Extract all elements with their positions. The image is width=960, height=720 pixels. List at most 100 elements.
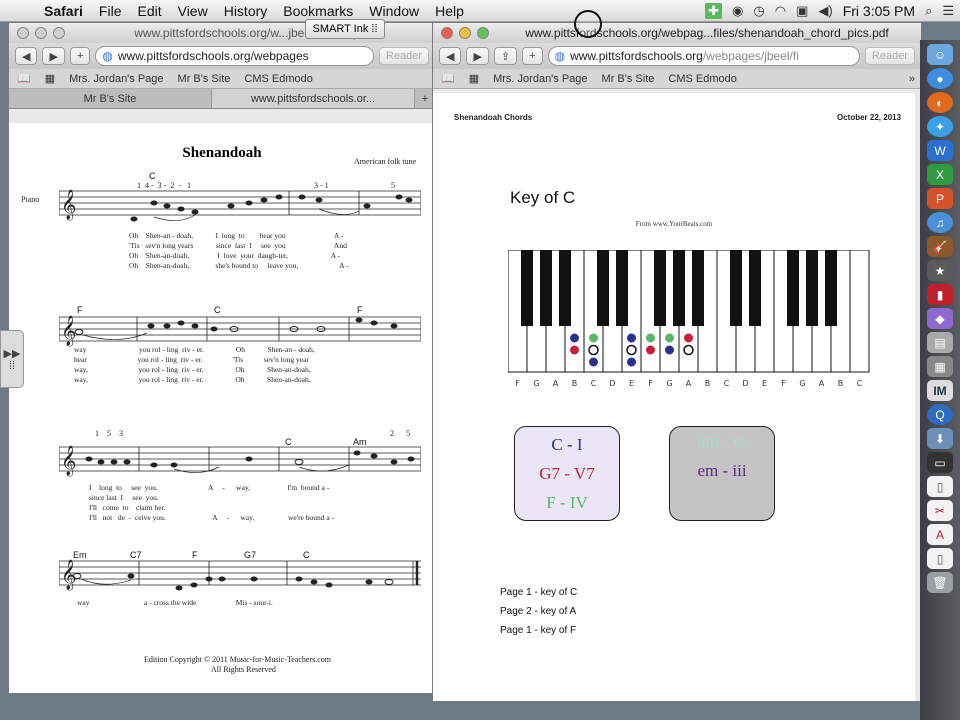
bookmark-mrs-jordan[interactable]: Mrs. Jordan's Page	[69, 73, 163, 85]
menu-edit[interactable]: Edit	[129, 3, 169, 19]
top-sites-icon[interactable]: ▦	[45, 72, 55, 85]
screenshot-icon[interactable]: ▭	[927, 452, 953, 473]
sync-icon[interactable]: ◉	[732, 3, 743, 19]
chord-note-marker	[570, 345, 579, 355]
smart-side-panel-tab[interactable]: ▶▶ ⁞⁞	[0, 330, 24, 388]
music-staff-1: 𝄞	[59, 189, 421, 222]
fingering: 1 5 3	[95, 429, 123, 438]
lyrics-line: way a - cross the wide Mis - sour-i.	[77, 598, 273, 607]
page-link-1[interactable]: Page 1 - key of C	[500, 587, 577, 598]
finder-icon[interactable]: ☺	[927, 44, 953, 65]
time-machine-icon[interactable]: ◷	[753, 3, 764, 19]
chord-note-marker	[646, 345, 655, 355]
music-staff-3: 𝄞	[59, 445, 421, 477]
piano-keyboard: FGABCDEFGABCDEFGABC	[508, 250, 870, 388]
left-address-bar[interactable]: ◍ www.pittsfordschools.org/webpages	[95, 46, 374, 66]
reading-list-icon[interactable]: 📖	[441, 72, 455, 85]
menu-bookmarks[interactable]: Bookmarks	[275, 3, 361, 19]
chord-note-marker	[627, 333, 636, 343]
bookmark-edmodo[interactable]: CMS Edmodo	[668, 73, 736, 85]
page-link-2[interactable]: Page 2 - key of A	[500, 606, 576, 617]
tab-pittsford[interactable]: www.pittsfordschools.or...	[212, 89, 415, 108]
pdf2-icon[interactable]: A	[927, 524, 953, 545]
bookmarks-overflow-icon[interactable]: »	[909, 73, 915, 85]
chord-note-marker	[684, 333, 693, 343]
back-button[interactable]: ◀	[439, 47, 462, 65]
forward-button[interactable]: ▶	[466, 47, 489, 65]
close-button[interactable]	[17, 27, 29, 39]
menu-window[interactable]: Window	[361, 3, 427, 19]
smart-ink-toolbar[interactable]: SMART Ink ⁞⁞	[305, 19, 385, 39]
menubar-clock[interactable]: Fri 3:05 PM	[843, 3, 915, 19]
trash-icon[interactable]: 🗑	[927, 572, 953, 593]
im-icon[interactable]: IM	[927, 380, 953, 401]
reading-list-icon[interactable]: 📖	[17, 72, 31, 85]
minor-chords-box: am - vi em - iii	[669, 426, 775, 521]
share-button[interactable]: ⇪	[493, 47, 518, 65]
menu-view[interactable]: View	[170, 3, 216, 19]
downloads-icon[interactable]: ⬇	[927, 428, 953, 449]
chord-am-vi: am - vi	[697, 432, 747, 451]
photobooth-icon[interactable]: ▮	[927, 284, 953, 305]
notification-list-icon[interactable]: ☰	[942, 3, 954, 19]
display-icon[interactable]: ▣	[796, 3, 808, 19]
tab-mr-b-site[interactable]: Mr B's Site	[9, 89, 212, 108]
key-label: C	[591, 379, 597, 388]
volume-icon[interactable]: ◀)	[818, 3, 832, 19]
chord-note-marker	[570, 333, 579, 343]
menu-help[interactable]: Help	[427, 3, 472, 19]
back-button[interactable]: ◀	[15, 47, 38, 65]
piano-black-key	[825, 250, 837, 326]
zoom-button[interactable]	[477, 27, 489, 39]
bookmark-edmodo[interactable]: CMS Edmodo	[244, 73, 312, 85]
chord-note-marker	[665, 333, 674, 343]
bookmark-mr-b[interactable]: Mr B's Site	[602, 73, 655, 85]
reader-button[interactable]: Reader	[864, 47, 915, 65]
close-button[interactable]	[441, 27, 453, 39]
file-icon[interactable]: ▯	[927, 548, 953, 569]
right-window-title: www.pittsfordschools.org/webpag...files/…	[525, 26, 889, 40]
firefox-icon[interactable]: ◐	[927, 92, 953, 113]
powerpoint-icon[interactable]: P	[927, 188, 953, 209]
bookmark-mrs-jordan[interactable]: Mrs. Jordan's Page	[493, 73, 587, 85]
minimize-button[interactable]	[459, 27, 471, 39]
preview-icon[interactable]: ▤	[927, 332, 953, 353]
notes-icon[interactable]: ✚	[705, 3, 723, 19]
top-sites-icon[interactable]: ▦	[469, 72, 479, 85]
minimize-button[interactable]	[35, 27, 47, 39]
excel-icon[interactable]: X	[927, 164, 953, 185]
chord-note-marker	[627, 357, 636, 367]
lyrics-line: I long to see you. A - way, I'm bound a …	[89, 483, 330, 492]
add-bookmark-button[interactable]: +	[69, 47, 91, 65]
pdf-header-date: October 22, 2013	[837, 113, 902, 122]
page-link-3[interactable]: Page 1 - key of F	[500, 625, 576, 636]
key-label: A	[553, 379, 559, 388]
lyrics-line: way, you rol - ling riv - er. Oh Shen-an…	[74, 365, 311, 374]
forward-button[interactable]: ▶	[42, 47, 65, 65]
right-address-bar[interactable]: ◍ www.pittsfordschools.org /webpages/jbe…	[547, 46, 860, 66]
zoom-button[interactable]	[53, 27, 65, 39]
chrome-icon[interactable]: ●	[927, 68, 953, 89]
add-bookmark-button[interactable]: +	[522, 47, 543, 65]
smart-icon[interactable]: ◆	[927, 308, 953, 329]
menu-file[interactable]: File	[91, 3, 130, 19]
calculator-icon[interactable]: ▦	[927, 356, 953, 377]
itunes-icon[interactable]: ♫	[927, 212, 953, 233]
bookmark-mr-b[interactable]: Mr B's Site	[178, 73, 231, 85]
menu-history[interactable]: History	[216, 3, 276, 19]
quicktime-icon[interactable]: Q	[927, 404, 953, 425]
document-icon[interactable]: ▯	[927, 476, 953, 497]
wifi-icon[interactable]: ◠	[775, 3, 786, 19]
menu-app-name[interactable]: Safari	[36, 3, 91, 19]
svg-text:𝄞: 𝄞	[61, 559, 76, 591]
safari-icon[interactable]: ✦	[927, 116, 953, 137]
guitar-icon[interactable]: 🎸	[927, 236, 953, 257]
pdf-icon[interactable]: ✂	[927, 500, 953, 521]
key-label: C	[724, 379, 730, 388]
grip-icon: ⁞⁞	[8, 359, 16, 372]
spotlight-search-icon[interactable]: ⌕	[925, 3, 932, 19]
imovie-icon[interactable]: ★	[927, 260, 953, 281]
word-icon[interactable]: W	[927, 140, 953, 161]
reader-button[interactable]: Reader	[378, 47, 429, 65]
instrument-label: Piano	[21, 195, 40, 204]
